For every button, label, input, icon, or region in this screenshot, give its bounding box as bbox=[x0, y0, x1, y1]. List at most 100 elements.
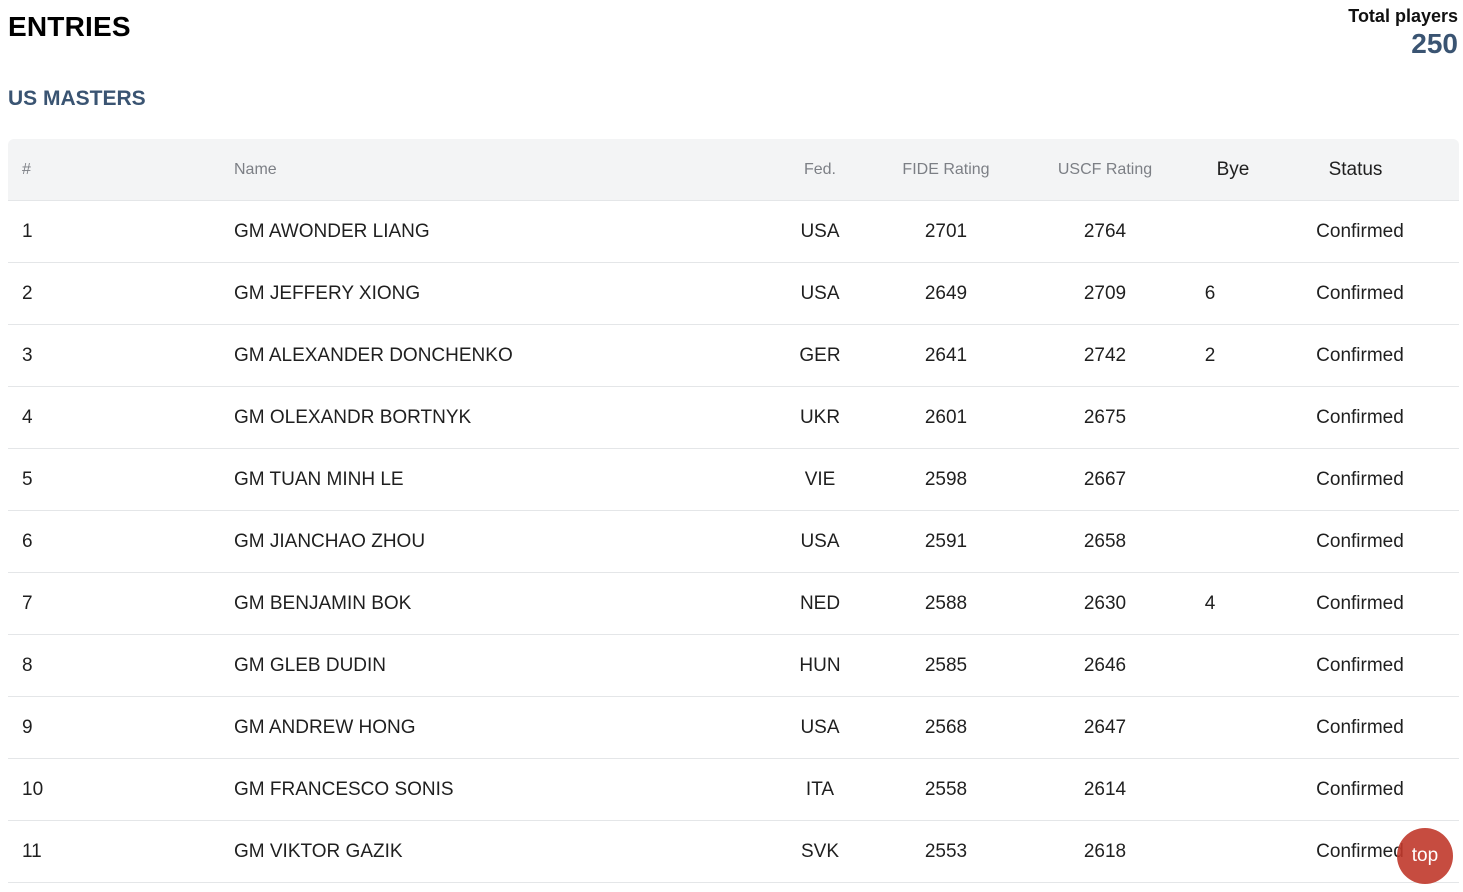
cell-player-name: GM JIANCHAO ZHOU bbox=[234, 530, 426, 552]
column-header-fide-rating[interactable]: FIDE Rating bbox=[884, 139, 1008, 200]
cell-bye bbox=[1200, 201, 1220, 262]
cell-bye bbox=[1200, 697, 1220, 758]
cell-federation: HUN bbox=[799, 654, 841, 676]
cell-bye: 2 bbox=[1204, 344, 1216, 366]
cell-player-name: GM BENJAMIN BOK bbox=[234, 592, 412, 614]
table-body: 1 GM AWONDER LIANG USA 2701 2 7 6 4 Confirmed 2 GM… bbox=[8, 201, 1459, 883]
cell-number: 7 bbox=[22, 592, 33, 614]
cell-fide-rating: 2558 bbox=[924, 778, 968, 800]
cell-uscf-rating: 2675 bbox=[1083, 406, 1127, 428]
cell-fide-rating: 2649 bbox=[924, 282, 968, 304]
entries-table: # Name Fed. FIDE Rating USCF Rating Bye … bbox=[8, 139, 1459, 883]
cell-player-name: GM GLEB DUDIN bbox=[234, 654, 387, 676]
cell-fide-rating: 2585 bbox=[924, 654, 968, 676]
cell-federation: SVK bbox=[800, 840, 840, 862]
cell-bye bbox=[1200, 821, 1220, 882]
cell-uscf-rating: 2742 bbox=[1083, 344, 1127, 366]
cell-bye: 4 bbox=[1204, 592, 1216, 614]
cell-uscf-rating: 2614 bbox=[1083, 778, 1127, 800]
cell-uscf-rating: 2709 bbox=[1083, 282, 1127, 304]
table-row: 10 GM FRANCESCO SONIS ITA 2558 2614 Confirmed bbox=[8, 759, 1459, 821]
table-row: 6 GM JIANCHAO ZHOU USA 2591 2658 Confirmed bbox=[8, 511, 1459, 573]
cell-fide-rating: 2598 bbox=[924, 468, 968, 490]
table-row: 4 GM OLEXANDR BORTNYK UKR 2601 2675 Confirmed bbox=[8, 387, 1459, 449]
table-header: # Name Fed. FIDE Rating USCF Rating Bye … bbox=[8, 139, 1459, 201]
table-row: 9 GM ANDREW HONG USA 2568 2647 Confirmed bbox=[8, 697, 1459, 759]
cell-status: Confirmed bbox=[1316, 220, 1404, 242]
cell-status: Confirmed bbox=[1316, 468, 1404, 490]
cell-number: 5 bbox=[22, 468, 33, 490]
cell-player-name: GM ALEXANDER DONCHENKO bbox=[234, 344, 513, 366]
cell-uscf-rating: 2630 bbox=[1083, 592, 1127, 614]
cell-status: Confirmed bbox=[1316, 530, 1404, 552]
total-players-value: 250 bbox=[1411, 28, 1458, 59]
cell-uscf-rating: 2658 bbox=[1083, 530, 1127, 552]
cell-fide-rating: 2701 bbox=[924, 220, 968, 242]
scroll-to-top-button[interactable]: top bbox=[1397, 828, 1453, 884]
cell-bye bbox=[1200, 635, 1220, 696]
column-header-name[interactable]: Name bbox=[234, 139, 277, 200]
cell-fide-rating: 2591 bbox=[924, 530, 968, 552]
cell-status: Confirmed bbox=[1316, 282, 1404, 304]
section-title: US MASTERS bbox=[8, 87, 146, 110]
cell-bye bbox=[1200, 449, 1220, 510]
table-row: 11 GM VIKTOR GAZIK SVK 2553 2618 Confirmed bbox=[8, 821, 1459, 883]
cell-uscf-rating: 2667 bbox=[1083, 468, 1127, 490]
cell-number: 9 bbox=[22, 716, 33, 738]
column-header-status[interactable]: Status bbox=[1298, 139, 1413, 200]
cell-federation: NED bbox=[799, 592, 841, 614]
cell-federation: GER bbox=[799, 344, 841, 366]
cell-number: 2 bbox=[22, 282, 33, 304]
column-header-bye[interactable]: Bye bbox=[1198, 139, 1268, 200]
cell-bye bbox=[1200, 387, 1220, 448]
cell-player-name: GM OLEXANDR BORTNYK bbox=[234, 406, 472, 428]
cell-number: 11 bbox=[22, 840, 42, 862]
table-row: 2 GM JEFFERY XIONG USA 2649 2709 6 Confirmed bbox=[8, 263, 1459, 325]
column-header-uscf-rating[interactable]: USCF Rating bbox=[1043, 139, 1167, 200]
total-players-label: Total players bbox=[1348, 6, 1458, 26]
cell-uscf-rating: 2618 bbox=[1083, 840, 1127, 862]
cell-bye bbox=[1200, 759, 1220, 820]
cell-bye: 6 bbox=[1204, 282, 1216, 304]
total-players-box: Total players 250 bbox=[1348, 6, 1458, 60]
cell-uscf-rating: 2647 bbox=[1083, 716, 1127, 738]
cell-uscf-rating: 2646 bbox=[1083, 654, 1127, 676]
cell-status: Confirmed bbox=[1316, 592, 1404, 614]
cell-fide-rating: 2553 bbox=[924, 840, 968, 862]
table-row: 5 GM TUAN MINH LE VIE 2598 2667 Confirmed bbox=[8, 449, 1459, 511]
cell-status: Confirmed bbox=[1316, 716, 1404, 738]
cell-player-name: GM TUAN MINH LE bbox=[234, 468, 404, 490]
cell-status: Confirmed bbox=[1316, 406, 1404, 428]
cell-player-name: GM ANDREW HONG bbox=[234, 716, 416, 738]
cell-number: 3 bbox=[22, 344, 33, 366]
cell-fide-rating: 2641 bbox=[924, 344, 968, 366]
cell-player-name: GM VIKTOR GAZIK bbox=[234, 840, 403, 862]
cell-fide-rating: 2588 bbox=[924, 592, 968, 614]
cell-status: Confirmed bbox=[1316, 654, 1404, 676]
cell-federation: USA bbox=[800, 220, 840, 242]
cell-federation: ITA bbox=[805, 778, 835, 800]
table-row: 8 GM GLEB DUDIN HUN 2585 2646 Confirmed bbox=[8, 635, 1459, 697]
page-title: ENTRIES bbox=[8, 11, 131, 42]
column-header-federation[interactable]: Fed. bbox=[770, 139, 870, 200]
table-row: 3 GM ALEXANDER DONCHENKO GER 2641 2742 2 Confi… bbox=[8, 325, 1459, 387]
cell-fide-rating: 2601 bbox=[924, 406, 968, 428]
cell-federation: USA bbox=[800, 716, 840, 738]
cell-number: 6 bbox=[22, 530, 33, 552]
table-row: 7 GM BENJAMIN BOK NED 2588 2630 4 Confirmed bbox=[8, 573, 1459, 635]
cell-player-name: GM AWONDER LIANG bbox=[234, 220, 430, 242]
cell-fide-rating: 2568 bbox=[924, 716, 968, 738]
cell-player-name: GM FRANCESCO SONIS bbox=[234, 778, 454, 800]
column-header-number[interactable]: # bbox=[22, 139, 31, 200]
table-row: 1 GM AWONDER LIANG USA 2701 2764 Confirmed bbox=[8, 201, 1459, 263]
cell-number: 1 bbox=[22, 220, 33, 242]
cell-number: 8 bbox=[22, 654, 33, 676]
cell-federation: USA bbox=[800, 530, 840, 552]
cell-federation: USA bbox=[800, 282, 840, 304]
cell-federation: UKR bbox=[799, 406, 841, 428]
cell-status: Confirmed bbox=[1316, 778, 1404, 800]
cell-status: Confirmed bbox=[1316, 344, 1404, 366]
cell-player-name: GM JEFFERY XIONG bbox=[234, 282, 421, 304]
cell-federation: VIE bbox=[804, 468, 836, 490]
cell-number: 10 bbox=[22, 778, 44, 800]
